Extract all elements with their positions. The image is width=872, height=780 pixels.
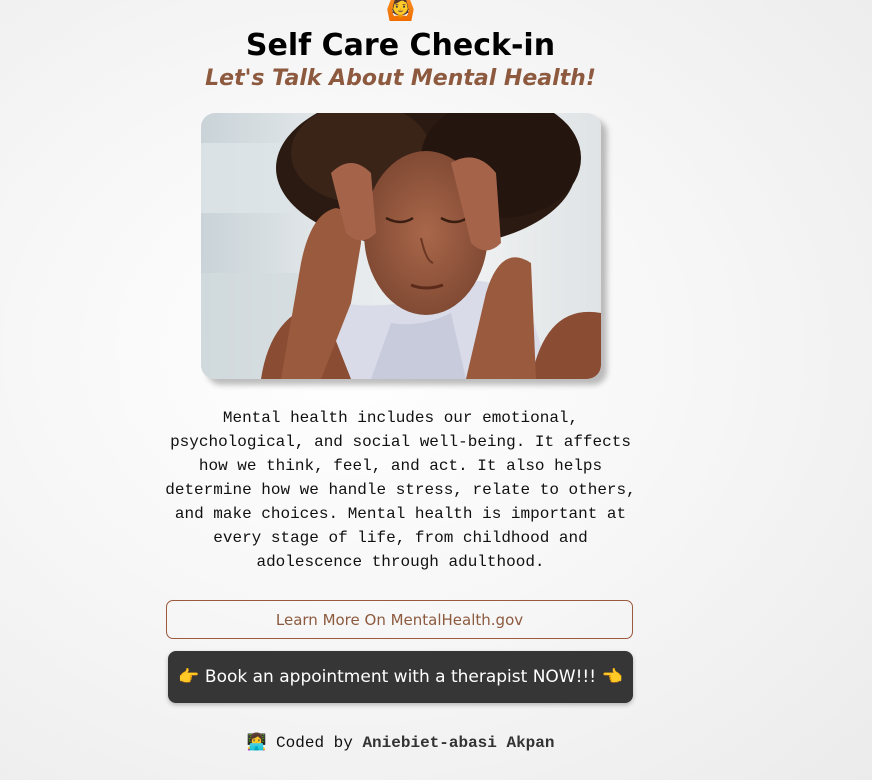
page-subtitle: Let's Talk About Mental Health! xyxy=(205,66,596,91)
book-appointment-button[interactable]: 👉 Book an appointment with a therapist N… xyxy=(168,651,633,703)
learn-more-button[interactable]: Learn More On MentalHealth.gov xyxy=(166,600,633,639)
technologist-emoji-icon: 👩‍💻 xyxy=(246,734,267,752)
footer-credit: 👩‍💻 Coded by Aniebiet-abasi Akpan xyxy=(165,732,636,754)
mental-health-description: Mental health includes our emotional, ps… xyxy=(165,409,636,571)
hero-image xyxy=(201,113,601,379)
page-title: Self Care Check-in xyxy=(245,28,556,63)
footer-author: Aniebiet-abasi Akpan xyxy=(362,734,555,752)
person-gesturing-emoji-icon: 🙆 xyxy=(385,0,416,22)
footer-prefix: Coded by xyxy=(276,734,353,752)
